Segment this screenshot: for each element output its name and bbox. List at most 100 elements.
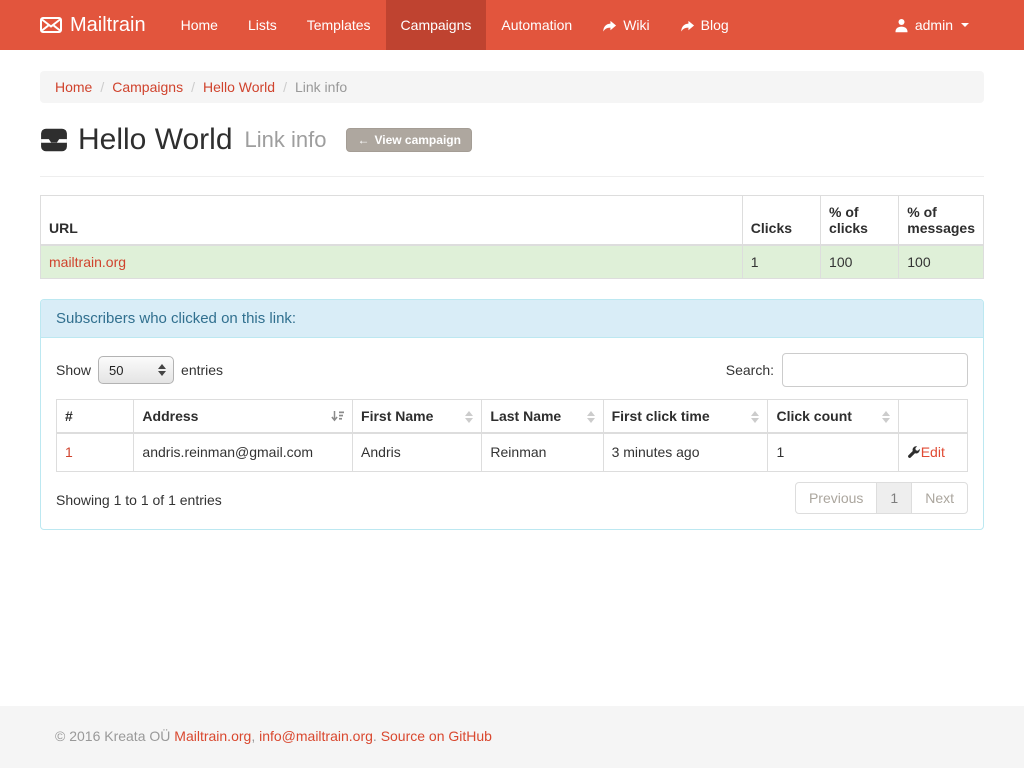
address-column-header[interactable]: Address — [134, 400, 353, 434]
footer-separator: , — [251, 728, 259, 744]
campaign-title: Hello World — [78, 123, 233, 157]
next-page-button[interactable]: Next — [911, 482, 968, 514]
breadcrumb: Home / Campaigns / Hello World / Link in… — [40, 71, 984, 103]
breadcrumb-home: Home — [55, 79, 92, 95]
breadcrumb-current: Link info — [295, 79, 347, 95]
subscriber-click-count-cell: 1 — [768, 433, 898, 471]
nav-lists-label: Lists — [248, 17, 277, 33]
clicks-column-header: Clicks — [742, 196, 820, 246]
nav-automation-label: Automation — [501, 17, 572, 33]
page-title: Hello World Link info ← View campaign — [40, 123, 984, 157]
first-name-column-header[interactable]: First Name — [353, 400, 482, 434]
breadcrumb-separator: / — [183, 79, 203, 95]
nav-wiki-link[interactable]: Wiki — [587, 0, 664, 50]
breadcrumb-home-link[interactable]: Home — [55, 79, 92, 95]
user-menu[interactable]: admin — [879, 0, 984, 50]
nav-blog-link[interactable]: Blog — [665, 0, 744, 50]
subscribers-header-row: # Address First Name Last Name First cli… — [57, 400, 968, 434]
page-footer: © 2016 Kreata OÜ Mailtrain.org, info@mai… — [0, 706, 1024, 768]
index-column-header: # — [57, 400, 134, 434]
nav-campaigns-link[interactable]: Campaigns — [386, 0, 487, 50]
panel-body: Show 50 entries Search: # A — [41, 338, 983, 529]
nav-blog-label: Blog — [701, 17, 729, 33]
actions-column-header — [898, 400, 967, 434]
subscriber-row: 1 andris.reinman@gmail.com Andris Reinma… — [57, 433, 968, 471]
page-length-control: Show 50 entries — [56, 356, 223, 384]
click-count-column-header[interactable]: Click count — [768, 400, 898, 434]
wrench-icon — [907, 446, 920, 459]
clicks-cell: 1 — [742, 245, 820, 279]
top-navbar: Mailtrain Home Lists Templates Campaigns… — [0, 0, 1024, 50]
mailtrain-site-link[interactable]: Mailtrain.org — [174, 728, 251, 744]
nav-campaigns-label: Campaigns — [401, 17, 472, 33]
brand-link[interactable]: Mailtrain — [40, 0, 146, 50]
nav-item-lists: Lists — [233, 0, 292, 50]
nav-item-home: Home — [166, 0, 233, 50]
nav-item-automation: Automation — [486, 0, 587, 50]
pct-messages-cell: 100 — [899, 245, 984, 279]
page-1-button[interactable]: 1 — [876, 482, 912, 514]
copyright-text: © 2016 Kreata OÜ — [55, 728, 170, 744]
entries-info: Showing 1 to 1 of 1 entries — [56, 482, 222, 508]
inbox-icon — [40, 126, 68, 154]
nav-item-wiki: Wiki — [587, 0, 664, 50]
back-arrow-icon: ← — [357, 133, 369, 147]
pct-clicks-column-header: % of clicks — [821, 196, 899, 246]
page-length-select[interactable]: 50 — [98, 356, 174, 384]
user-label: admin — [915, 17, 953, 33]
url-link[interactable]: mailtrain.org — [49, 254, 126, 270]
subscribers-table: # Address First Name Last Name First cli… — [56, 399, 968, 472]
main-content: Home / Campaigns / Hello World / Link in… — [0, 71, 1024, 530]
pct-messages-column-header: % of messages — [899, 196, 984, 246]
breadcrumb-campaigns: Campaigns — [112, 79, 183, 95]
subscriber-actions-cell: Edit — [898, 433, 967, 471]
view-campaign-label: View campaign — [374, 133, 460, 147]
url-column-header: URL — [41, 196, 743, 246]
last-name-column-header[interactable]: Last Name — [482, 400, 603, 434]
pagination-next: Next — [912, 482, 968, 514]
previous-page-button[interactable]: Previous — [795, 482, 877, 514]
contact-email-link[interactable]: info@mailtrain.org — [259, 728, 373, 744]
envelope-logo-icon — [40, 17, 62, 33]
sort-icon — [587, 411, 595, 423]
footer-separator: . — [373, 728, 381, 744]
nav-templates-link[interactable]: Templates — [292, 0, 386, 50]
page-length-value: 50 — [109, 363, 158, 378]
nav-item-campaigns: Campaigns — [386, 0, 487, 50]
link-stats-table: URL Clicks % of clicks % of messages mai… — [40, 195, 984, 279]
nav-home-link[interactable]: Home — [166, 0, 233, 50]
page-subtitle: Link info — [245, 127, 327, 153]
entries-label: entries — [181, 362, 223, 378]
nav-item-blog: Blog — [665, 0, 744, 50]
pagination-previous: Previous — [795, 482, 877, 514]
datatable-controls: Show 50 entries Search: — [56, 353, 968, 387]
search-label: Search: — [726, 362, 774, 378]
view-campaign-button[interactable]: ← View campaign — [346, 128, 471, 152]
subscriber-address-cell: andris.reinman@gmail.com — [134, 433, 353, 471]
share-icon — [680, 18, 695, 33]
subscriber-last-name-cell: Reinman — [482, 433, 603, 471]
panel-title: Subscribers who clicked on this link: — [41, 300, 983, 338]
github-source-link[interactable]: Source on GitHub — [381, 728, 492, 744]
sort-icon — [751, 411, 759, 423]
first-click-column-header[interactable]: First click time — [603, 400, 768, 434]
subscriber-index-link[interactable]: 1 — [65, 444, 73, 460]
url-cell: mailtrain.org — [41, 245, 743, 279]
breadcrumb-separator: / — [275, 79, 295, 95]
edit-link[interactable]: Edit — [921, 444, 945, 460]
datatable-footer: Showing 1 to 1 of 1 entries Previous 1 N… — [56, 482, 968, 514]
share-icon — [602, 18, 617, 33]
nav-item-templates: Templates — [292, 0, 386, 50]
sort-icon — [882, 411, 890, 423]
breadcrumb-campaigns-link[interactable]: Campaigns — [112, 79, 183, 95]
sort-ascending-icon — [331, 410, 344, 423]
nav-automation-link[interactable]: Automation — [486, 0, 587, 50]
breadcrumb-campaign-link[interactable]: Hello World — [203, 79, 275, 95]
brand-label: Mailtrain — [70, 14, 146, 37]
sort-icon — [465, 411, 473, 423]
link-stats-header-row: URL Clicks % of clicks % of messages — [41, 196, 984, 246]
nav-lists-link[interactable]: Lists — [233, 0, 292, 50]
search-input[interactable] — [782, 353, 968, 387]
pagination-current: 1 — [877, 482, 912, 514]
pagination: Previous 1 Next — [795, 482, 968, 514]
